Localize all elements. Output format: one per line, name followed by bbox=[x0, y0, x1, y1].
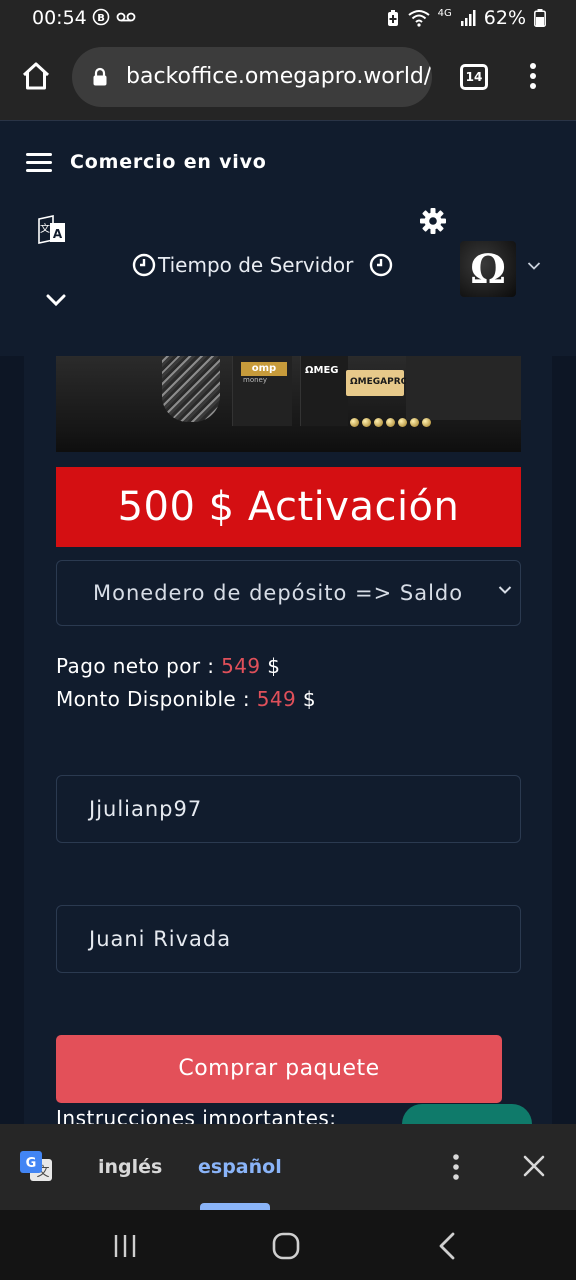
url-text[interactable]: backoffice.omegapro.world/ bbox=[126, 64, 431, 89]
gold-spheres-decoration bbox=[350, 418, 431, 427]
chevron-down-icon bbox=[498, 586, 512, 594]
more-vert-icon[interactable] bbox=[529, 62, 537, 90]
svg-text:文: 文 bbox=[40, 222, 50, 235]
omp-box: omp money bbox=[232, 356, 292, 426]
battery-icon bbox=[534, 9, 546, 27]
settings-gear-icon[interactable] bbox=[419, 207, 447, 235]
chevron-down-icon[interactable] bbox=[46, 293, 66, 307]
omega-logo-icon: Ω bbox=[470, 246, 506, 293]
hamburger-menu-icon[interactable] bbox=[26, 153, 52, 173]
wallet-select-value: Monedero de depósito => Saldo bbox=[93, 581, 464, 605]
b-badge-icon: B bbox=[92, 8, 110, 26]
language-english-tab[interactable]: inglés bbox=[98, 1156, 162, 1178]
omp-logo-sub: money bbox=[243, 376, 267, 384]
mega-box: ΩMEG bbox=[300, 356, 348, 426]
clock-icon bbox=[370, 253, 393, 277]
voicemail-icon bbox=[116, 12, 136, 22]
available-value: 549 bbox=[256, 687, 297, 711]
more-vert-icon[interactable] bbox=[452, 1154, 460, 1180]
fullname-field[interactable]: Juani Rivada bbox=[56, 905, 521, 973]
selected-language-indicator bbox=[200, 1203, 270, 1210]
svg-text:G: G bbox=[26, 1156, 37, 1171]
server-time-label: Tiempo de Servidor bbox=[158, 253, 354, 277]
mega-logo: ΩMEG bbox=[305, 365, 339, 376]
available-amount-line: Monto Disponible : 549 $ bbox=[56, 687, 316, 711]
status-time: 00:54 bbox=[32, 7, 87, 29]
close-icon[interactable] bbox=[523, 1155, 545, 1177]
username-field[interactable]: Jjulianp97 bbox=[56, 775, 521, 843]
package-banner-image: omp money ΩMEG ΩMEGAPRO bbox=[56, 356, 521, 452]
net-payment-value: 549 bbox=[221, 654, 261, 678]
avatar[interactable]: Ω bbox=[460, 241, 516, 297]
activation-title: 500 $ Activación bbox=[56, 467, 521, 547]
net-payment-line: Pago neto por : 549 $ bbox=[56, 654, 280, 678]
svg-text:Ω: Ω bbox=[470, 246, 506, 293]
vase-decoration bbox=[162, 356, 220, 422]
google-translate-icon: 文 G bbox=[20, 1151, 52, 1181]
address-bar[interactable]: backoffice.omegapro.world/ bbox=[72, 47, 432, 107]
net-payment-label: Pago neto por : bbox=[56, 654, 222, 678]
currency-symbol: $ bbox=[302, 687, 317, 711]
home-icon[interactable] bbox=[20, 60, 52, 92]
omp-logo: omp bbox=[241, 362, 287, 376]
back-icon[interactable] bbox=[438, 1232, 456, 1260]
status-right: 4G 62% bbox=[386, 7, 546, 29]
wallet-select[interactable]: Monedero de depósito => Saldo bbox=[56, 560, 521, 626]
network-type: 4G bbox=[437, 8, 452, 19]
wifi-icon bbox=[408, 10, 430, 27]
translate-icon[interactable]: A 文 bbox=[37, 215, 67, 245]
language-spanish-tab[interactable]: español bbox=[198, 1156, 282, 1178]
background-box bbox=[406, 356, 521, 420]
tab-switcher-button[interactable]: 14 bbox=[460, 64, 488, 90]
home-button-icon[interactable] bbox=[272, 1232, 300, 1260]
lock-icon bbox=[93, 67, 107, 86]
battery-percent: 62% bbox=[483, 7, 526, 29]
system-navigation-bar bbox=[0, 1210, 576, 1280]
browser-toolbar: backoffice.omegapro.world/ 14 bbox=[0, 36, 576, 120]
live-trading-title[interactable]: Comercio en vivo bbox=[70, 151, 267, 173]
currency-symbol: $ bbox=[267, 654, 281, 678]
svg-text:A: A bbox=[53, 227, 63, 241]
status-bar: 00:54 B 4G 62% bbox=[0, 0, 576, 36]
omegapro-box: ΩMEGAPRO bbox=[346, 370, 408, 396]
svg-text:B: B bbox=[97, 13, 105, 24]
notification-icons: B bbox=[92, 8, 136, 26]
buy-package-button[interactable]: Comprar paquete bbox=[56, 1035, 502, 1103]
recent-apps-icon[interactable] bbox=[113, 1234, 137, 1258]
user-menu-chevron-icon[interactable] bbox=[527, 261, 541, 271]
server-time: Tiempo de Servidor bbox=[132, 253, 393, 277]
site-header: Comercio en vivo A 文 Tiempo de Servidor … bbox=[0, 120, 576, 356]
available-label: Monto Disponible : bbox=[56, 687, 257, 711]
battery-saver-icon bbox=[387, 10, 398, 26]
translate-bar: 文 G inglés español bbox=[0, 1124, 576, 1210]
signal-icon bbox=[460, 10, 476, 26]
omegapro-logo: ΩMEGAPRO bbox=[350, 377, 409, 387]
clock-icon bbox=[132, 253, 156, 277]
